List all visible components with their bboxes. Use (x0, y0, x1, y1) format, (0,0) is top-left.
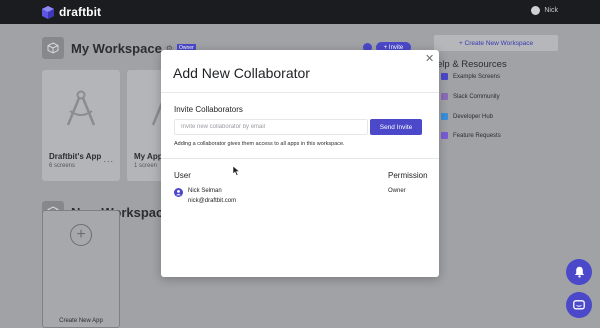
help-item-slack-community[interactable]: Slack Community (441, 93, 500, 100)
help-item-label: Slack Community (453, 93, 500, 100)
app-screens-count: 6 screens (49, 163, 76, 169)
workspace-title: My Workspace (71, 40, 162, 56)
user-icon (174, 188, 183, 197)
bell-icon (574, 266, 584, 278)
app-title: My App (134, 152, 163, 161)
code-icon (441, 113, 448, 120)
brand-name: draftbit (59, 5, 102, 19)
slack-icon (441, 93, 448, 100)
grid-icon (441, 73, 448, 80)
lightbulb-icon (441, 132, 448, 139)
collaborator-permission: Owner (388, 188, 406, 194)
create-workspace-button[interactable]: + Create New Workspace (434, 35, 558, 51)
mouse-cursor-icon (233, 166, 241, 176)
app-card[interactable]: Draftbit's App 6 screens ... (42, 70, 120, 181)
help-item-example-screens[interactable]: Example Screens (441, 73, 500, 80)
help-item-label: Developer Hub (453, 113, 494, 120)
workspace-cube-icon (42, 37, 64, 59)
help-item-label: Feature Requests (453, 132, 501, 139)
helper-text: Adding a collaborator gives them access … (174, 141, 345, 147)
invite-section-label: Invite Collaborators (174, 105, 243, 114)
user-name: Nick (544, 7, 558, 14)
add-collaborator-modal: Add New Collaborator ✕ Invite Collaborat… (161, 50, 439, 277)
column-header-permission: Permission (388, 171, 428, 180)
app-title: Draftbit's App (49, 152, 102, 161)
more-icon[interactable]: ... (103, 154, 114, 164)
create-app-label: Create New App (59, 318, 103, 324)
top-bar: draftbit Nick (0, 0, 600, 24)
divider (161, 92, 439, 93)
close-icon[interactable]: ✕ (425, 54, 434, 65)
app-thumbnail (42, 70, 120, 147)
chat-button[interactable] (566, 292, 592, 318)
create-app-card[interactable]: + Create New App (42, 210, 120, 328)
compass-icon (66, 90, 96, 125)
help-resources-title: elp & Resources (437, 59, 507, 70)
app-screens-count: 1 screen (134, 163, 158, 169)
collaborator-name: Nick Selman (188, 188, 222, 194)
notifications-button[interactable] (566, 259, 592, 285)
plus-icon: + (70, 224, 92, 246)
modal-title: Add New Collaborator (173, 65, 310, 81)
chat-icon (573, 299, 585, 309)
help-item-developer-hub[interactable]: Developer Hub (441, 113, 493, 120)
user-menu[interactable]: Nick (531, 6, 558, 15)
collaborator-email: nick@draftbit.com (188, 198, 237, 204)
user-avatar (531, 6, 541, 15)
draftbit-logo-icon (42, 5, 54, 19)
brand-logo[interactable]: draftbit (42, 5, 101, 19)
help-item-feature-requests[interactable]: Feature Requests (441, 132, 501, 139)
divider (161, 158, 439, 159)
help-item-label: Example Screens (453, 73, 501, 80)
collaborator-email-input[interactable] (174, 119, 368, 135)
send-invite-button[interactable]: Send Invite (370, 119, 422, 135)
column-header-user: User (174, 171, 191, 180)
